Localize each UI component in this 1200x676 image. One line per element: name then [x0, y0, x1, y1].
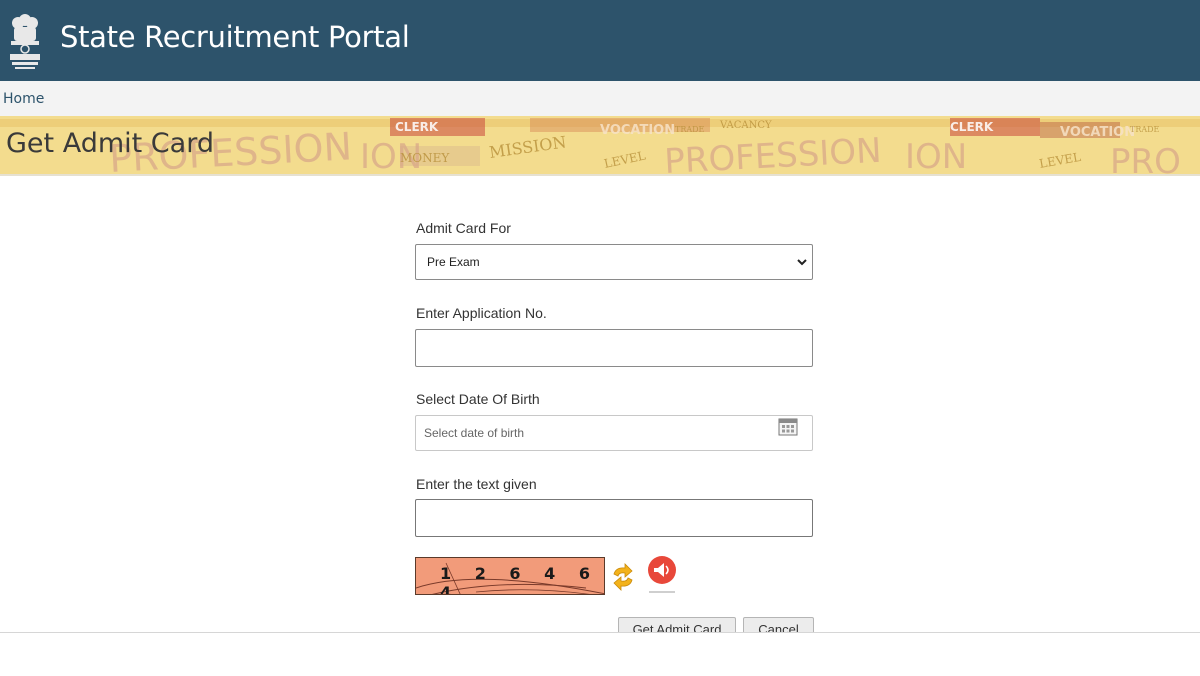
dob-placeholder: Select date of birth [424, 426, 525, 440]
chevron-down-icon [797, 259, 807, 266]
svg-text:ION: ION [905, 137, 967, 174]
page-title: Get Admit Card [6, 128, 214, 159]
application-no-input[interactable] [415, 329, 813, 367]
svg-text:CLERK: CLERK [395, 120, 439, 134]
calendar-icon[interactable] [778, 416, 798, 436]
svg-text:MONEY: MONEY [400, 151, 450, 165]
captcha-text: 1 2 6 4 6 4 [440, 564, 599, 595]
admit-card-for-select[interactable]: Pre Exam [415, 244, 813, 280]
application-no-label: Enter Application No. [416, 305, 547, 321]
page-banner: PROFESSION PROFESSION PRO ION ION CLERK … [0, 116, 1200, 176]
admit-card-for-label: Admit Card For [416, 220, 511, 236]
site-title: State Recruitment Portal [60, 20, 410, 54]
dob-label: Select Date Of Birth [416, 391, 540, 407]
captcha-image: 1 2 6 4 6 4 [415, 557, 605, 595]
svg-text:VACANCY: VACANCY [719, 120, 772, 131]
svg-text:VOCATION: VOCATION [600, 123, 675, 138]
header-bar: State Recruitment Portal [0, 0, 1200, 81]
svg-text:TRADE: TRADE [1130, 125, 1160, 134]
refresh-icon[interactable] [610, 563, 636, 591]
nav-home-link[interactable]: Home [3, 91, 44, 107]
nav-bar: Home [0, 81, 1200, 117]
admit-card-for-selected: Pre Exam [427, 255, 480, 269]
svg-text:PRO: PRO [1110, 142, 1181, 174]
svg-text:TRADE: TRADE [675, 125, 705, 134]
dob-input[interactable]: Select date of birth [415, 415, 813, 451]
captcha-input-label: Enter the text given [416, 476, 537, 492]
svg-text:VOCATION: VOCATION [1060, 125, 1135, 140]
footer-area [0, 632, 1200, 676]
audio-captcha-icon[interactable] [645, 555, 679, 597]
national-emblem-icon [10, 14, 40, 69]
svg-text:CLERK: CLERK [950, 120, 994, 134]
captcha-input[interactable] [415, 499, 813, 537]
